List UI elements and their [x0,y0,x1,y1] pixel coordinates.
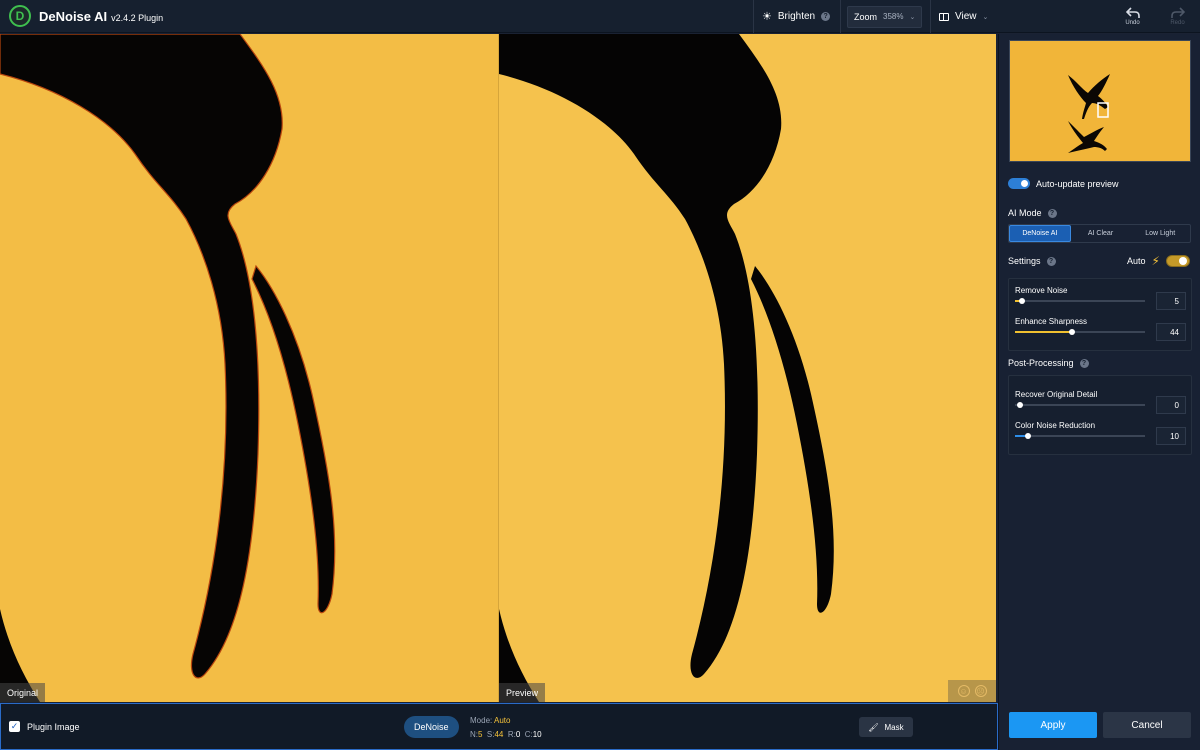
frown-icon[interactable]: ☹ [974,685,987,697]
navigator-thumbnail[interactable] [1009,40,1191,162]
tab-low-light[interactable]: Low Light [1130,225,1190,242]
auto-update-toggle[interactable] [1008,178,1030,189]
auto-settings-toggle[interactable] [1165,255,1190,267]
cancel-button[interactable]: Cancel [1103,712,1191,738]
history-controls: Undo Redo [1110,0,1200,33]
bird-silhouette-original [0,34,336,702]
mode-label: Mode: [470,716,493,725]
brighten-button[interactable]: ☀ Brighten ? [754,6,838,28]
recover-detail-value[interactable]: 0 [1156,396,1186,414]
settings-panel: Auto-update preview AI Mode ? DeNoise AI… [998,34,1200,750]
auto-update-label: Auto-update preview [1036,178,1119,189]
settings-label: Settings [1008,256,1041,266]
color-noise-label: Color Noise Reduction [1015,421,1096,430]
color-noise-knob[interactable] [1025,433,1031,439]
app-name: DeNoise AI [39,8,108,24]
feedback-controls: ☺ ☹ [948,680,996,702]
remove-noise-knob[interactable] [1018,298,1025,304]
recover-detail-knob[interactable] [1017,402,1024,408]
recover-detail-label: Recover Original Detail [1015,390,1098,399]
bottom-bar: ✓ Plugin Image DeNoise Mode: Auto N:5 S:… [0,703,998,750]
view-group: View ⌄ [930,0,998,33]
view-label: View [955,11,977,22]
enhance-sharpness-label: Enhance Sharpness [1015,317,1088,326]
n-label: N: [470,730,478,739]
recover-detail-slider[interactable] [1015,402,1145,408]
original-view[interactable]: Original [0,34,498,702]
preview-label: Preview [499,683,546,702]
n-value: 5 [478,730,483,739]
c-label: C: [524,730,533,739]
settings-title: Settings ? [1008,256,1056,266]
post-processing-title: Post-Processing ? [1008,358,1089,368]
brighten-label: Brighten [777,11,816,22]
settings-box: Remove Noise 5 Enhance Sharpness 44 [1008,278,1192,351]
brush-icon: 🖌 [868,722,879,732]
mode-info: Mode: Auto N:5 S:44 R:0 C:10 [470,714,542,742]
r-label: R: [507,730,516,739]
image-canvas[interactable]: Original Preview ☺ ☹ [0,34,996,702]
ai-mode-segmented: DeNoise AI AI Clear Low Light [1008,224,1191,243]
mode-value: Auto [494,716,511,725]
view-button[interactable]: View ⌄ [931,6,996,28]
help-icon[interactable]: ? [1079,358,1089,368]
s-value: 44 [494,730,504,739]
plugin-image-checkbox[interactable]: ✓ [9,721,20,732]
lightning-icon: ⚡ [1151,254,1160,268]
ai-mode-title: AI Mode ? [1008,208,1057,218]
tab-denoise-ai[interactable]: DeNoise AI [1009,225,1071,242]
auto-update-row: Auto-update preview [1008,178,1119,189]
remove-noise-label: Remove Noise [1015,286,1068,295]
auto-settings: Auto ⚡ [1127,254,1190,268]
help-icon[interactable]: ? [1046,256,1056,266]
sun-icon: ☀ [762,11,772,23]
chevron-down-icon: ⌄ [982,13,989,21]
brighten-group: ☀ Brighten ? [753,0,840,33]
plugin-image-label: Plugin Image [27,721,80,732]
help-icon[interactable]: ? [821,12,831,21]
zoom-dropdown[interactable]: Zoom 358% ⌄ [847,5,923,28]
post-processing-label: Post-Processing [1008,358,1074,368]
title-bar: D DeNoise AI v2.4.2 Plugin ☀ Brighten ? … [0,0,1200,33]
tab-ai-clear[interactable]: AI Clear [1071,225,1131,242]
undo-button[interactable]: Undo [1125,7,1140,26]
remove-noise-value[interactable]: 5 [1156,292,1186,310]
bird-silhouette-preview [499,34,834,702]
app-logo-icon: D [9,5,31,27]
redo-button[interactable]: Redo [1170,7,1185,26]
enhance-sharpness-fill [1015,331,1073,333]
original-label: Original [0,683,46,702]
auto-label: Auto [1127,256,1146,266]
undo-label: Undo [1125,20,1140,26]
zoom-group: Zoom 358% ⌄ [840,0,930,33]
ai-mode-label: AI Mode [1008,208,1042,218]
mask-button[interactable]: 🖌 Mask [859,717,913,737]
birds-thumbnail [1068,74,1110,153]
redo-icon [1170,7,1185,18]
enhance-sharpness-slider[interactable] [1015,329,1145,335]
zoom-value: 358% [883,12,904,21]
enhance-sharpness-knob[interactable] [1069,329,1076,335]
color-noise-value[interactable]: 10 [1156,427,1186,445]
help-icon[interactable]: ? [1047,208,1057,218]
zoom-label: Zoom [854,11,878,22]
model-pill[interactable]: DeNoise [404,716,459,738]
c-value: 10 [532,730,542,739]
split-view-icon [939,12,949,21]
redo-label: Redo [1170,20,1185,26]
mask-label: Mask [884,722,904,732]
app-title: DeNoise AI v2.4.2 Plugin [39,9,163,24]
preview-view[interactable]: Preview ☺ ☹ [499,34,996,702]
undo-icon [1125,7,1140,18]
app-version: v2.4.2 Plugin [111,12,164,23]
apply-button[interactable]: Apply [1009,712,1097,738]
enhance-sharpness-value[interactable]: 44 [1156,323,1186,341]
remove-noise-slider[interactable] [1015,298,1145,304]
smile-icon[interactable]: ☺ [957,685,970,697]
color-noise-slider[interactable] [1015,433,1145,439]
chevron-down-icon: ⌄ [909,13,916,21]
r-value: 0 [515,730,521,739]
post-processing-box: Recover Original Detail 0 Color Noise Re… [1008,375,1192,455]
